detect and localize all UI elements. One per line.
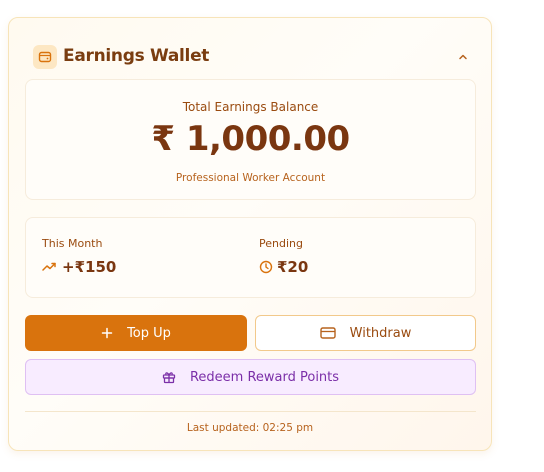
wallet-header: Earnings Wallet: [33, 44, 473, 70]
stats-panel: This Month +₹150 Pending ₹20: [25, 217, 476, 298]
top-up-button[interactable]: Top Up: [25, 315, 247, 351]
redeem-label: Redeem Reward Points: [189, 369, 340, 385]
redeem-points-button[interactable]: Redeem Reward Points: [25, 359, 476, 395]
collapse-button[interactable]: [453, 47, 473, 67]
pending-label: Pending: [259, 237, 303, 250]
account-type: Professional Worker Account: [175, 172, 326, 184]
wallet-title: Earnings Wallet: [63, 46, 210, 66]
earnings-wallet-card: Earnings Wallet Total Earnings Balance ₹…: [8, 17, 492, 451]
chevron-up-icon: [459, 54, 467, 60]
stat-this-month: This Month +₹150: [42, 237, 116, 276]
top-up-label: Top Up: [127, 325, 171, 341]
wallet-icon: [33, 45, 57, 69]
this-month-value: +₹150: [62, 258, 117, 276]
pending-value: ₹20: [277, 258, 309, 276]
clock-icon: [259, 260, 273, 274]
last-updated: Last updated: 02:25 pm: [186, 422, 314, 434]
footer-divider: [25, 411, 476, 412]
stat-pending: Pending ₹20: [259, 237, 308, 276]
balance-label: Total Earnings Balance: [182, 100, 319, 114]
balance-amount: ₹ 1,000.00: [151, 119, 350, 159]
balance-panel: Total Earnings Balance ₹ 1,000.00 Profes…: [25, 79, 476, 200]
withdraw-button[interactable]: Withdraw: [255, 315, 476, 351]
gift-icon: [162, 372, 176, 384]
withdraw-label: Withdraw: [349, 325, 412, 341]
plus-icon: [101, 327, 113, 339]
trending-up-icon: [42, 262, 56, 271]
credit-card-icon: [319, 327, 336, 339]
this-month-label: This Month: [42, 237, 103, 250]
